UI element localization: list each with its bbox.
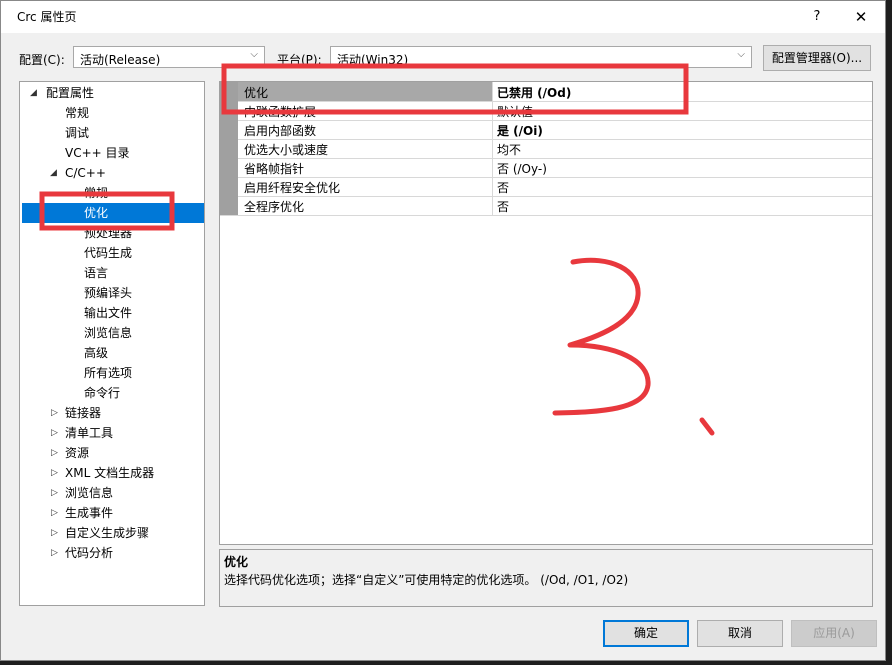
grid-row-optimization[interactable]: 优化 已禁用 (/Od) (220, 82, 872, 102)
property-value[interactable]: 默认值 (497, 103, 533, 120)
tree-item-command-line[interactable]: 命令行 (20, 383, 204, 403)
property-name: 全程序优化 (244, 200, 305, 214)
ok-button[interactable]: 确定 (603, 620, 689, 647)
property-value[interactable]: 已禁用 (/Od) (497, 84, 571, 101)
tree-item-custom-build-step[interactable]: 自定义生成步骤 (20, 523, 204, 543)
selected-name-cell (238, 82, 492, 101)
property-value[interactable]: 是 (/Oi) (497, 122, 543, 139)
tree-item-all-options[interactable]: 所有选项 (20, 363, 204, 383)
cancel-button[interactable]: 取消 (697, 620, 783, 647)
grid-row-inline-expansion[interactable]: 内联函数扩展 默认值 (220, 101, 872, 121)
property-name: 优化 (244, 86, 269, 100)
configuration-label: 配置(C): (19, 53, 65, 67)
property-name: 启用内部函数 (244, 124, 317, 138)
grid-row-whole-program[interactable]: 全程序优化 否 (220, 196, 872, 216)
column-divider (492, 196, 493, 215)
property-name: 内联函数扩展 (244, 105, 317, 119)
property-grid: 优化 已禁用 (/Od) 内联函数扩展 默认值 启用内部函数 是 (/Oi) 优… (219, 81, 873, 545)
column-divider (492, 101, 493, 120)
tree-item-build-events[interactable]: 生成事件 (20, 503, 204, 523)
property-value[interactable]: 否 (/Oy-) (497, 160, 547, 177)
column-divider (492, 177, 493, 196)
column-divider (492, 158, 493, 177)
property-pages-dialog: Crc 属性页 ? ✕ 配置(C): 活动(Release) ⌵ 平台(P): … (0, 0, 886, 661)
grid-row-intrinsic-functions[interactable]: 启用内部函数 是 (/Oi) (220, 120, 872, 140)
tree-item-xml-doc-generator[interactable]: XML 文档生成器 (20, 463, 204, 483)
tree-item-language[interactable]: 语言 (20, 263, 204, 283)
close-button[interactable]: ✕ (847, 5, 875, 29)
tree-item-cpp[interactable]: C/C++ (20, 163, 204, 183)
tree-item-debugging[interactable]: 调试 (20, 123, 204, 143)
tree-item-vc-directories[interactable]: VC++ 目录 (20, 143, 204, 163)
column-divider[interactable] (492, 82, 493, 101)
chevron-down-icon: ⌵ (737, 49, 745, 60)
configuration-manager-button[interactable]: 配置管理器(O)... (763, 45, 871, 71)
row-gutter (220, 196, 238, 215)
property-name: 优选大小或速度 (244, 143, 329, 157)
property-tree: ◢ 配置属性 常规 调试 VC++ 目录 ◢ C/C++ 常规 优化 预处理器 … (19, 81, 205, 606)
description-text: 选择代码优化选项；选择“自定义”可使用特定的优化选项。 (/Od, /O1, /… (224, 573, 629, 587)
tree-item-manifest-tool[interactable]: 清单工具 (20, 423, 204, 443)
description-panel: 优化 选择代码优化选项；选择“自定义”可使用特定的优化选项。 (/Od, /O1… (219, 549, 873, 607)
tree-item-code-analysis[interactable]: 代码分析 (20, 543, 204, 563)
grid-row-omit-frame-pointers[interactable]: 省略帧指针 否 (/Oy-) (220, 158, 872, 178)
property-value[interactable]: 均不 (497, 141, 521, 158)
tree-item-general[interactable]: 常规 (20, 103, 204, 123)
tree-item-output-files[interactable]: 输出文件 (20, 303, 204, 323)
row-gutter (220, 177, 238, 196)
tree-item-precompiled-headers[interactable]: 预编译头 (20, 283, 204, 303)
platform-value: 活动(Win32) (337, 53, 409, 67)
platform-select[interactable]: 活动(Win32) ⌵ (330, 46, 752, 68)
apply-button[interactable]: 应用(A) (791, 620, 877, 647)
property-value[interactable]: 否 (497, 179, 509, 196)
property-name: 省略帧指针 (244, 162, 305, 176)
tree-item-cpp-general[interactable]: 常规 (20, 183, 204, 203)
tree-item-browse-info-top[interactable]: 浏览信息 (20, 483, 204, 503)
configuration-value: 活动(Release) (80, 53, 161, 67)
tree-item-preprocessor[interactable]: 预处理器 (20, 223, 204, 243)
tree-item-linker[interactable]: 链接器 (20, 403, 204, 423)
configuration-select[interactable]: 活动(Release) ⌵ (73, 46, 265, 68)
platform-label: 平台(P): (277, 53, 322, 67)
column-divider (492, 139, 493, 158)
chevron-down-icon: ⌵ (250, 49, 258, 60)
window-title: Crc 属性页 (17, 10, 77, 24)
row-gutter (220, 101, 238, 120)
property-name: 启用纤程安全优化 (244, 181, 341, 195)
tree-item-config-properties[interactable]: 配置属性 (20, 83, 204, 103)
description-title: 优化 (224, 555, 249, 569)
grid-row-fiber-safe[interactable]: 启用纤程安全优化 否 (220, 177, 872, 197)
help-button[interactable]: ? (805, 5, 829, 29)
row-gutter (220, 158, 238, 177)
property-value[interactable]: 否 (497, 198, 509, 215)
tree-item-advanced[interactable]: 高级 (20, 343, 204, 363)
tree-item-optimization[interactable]: 优化 (22, 203, 204, 223)
grid-row-favor-size-speed[interactable]: 优选大小或速度 均不 (220, 139, 872, 159)
column-divider (492, 120, 493, 139)
tree-item-code-generation[interactable]: 代码生成 (20, 243, 204, 263)
tree-item-browse-info[interactable]: 浏览信息 (20, 323, 204, 343)
title-bar: Crc 属性页 ? ✕ (1, 1, 885, 33)
row-gutter (220, 139, 238, 158)
tree-item-resources[interactable]: 资源 (20, 443, 204, 463)
row-gutter (220, 82, 238, 101)
row-gutter (220, 120, 238, 139)
